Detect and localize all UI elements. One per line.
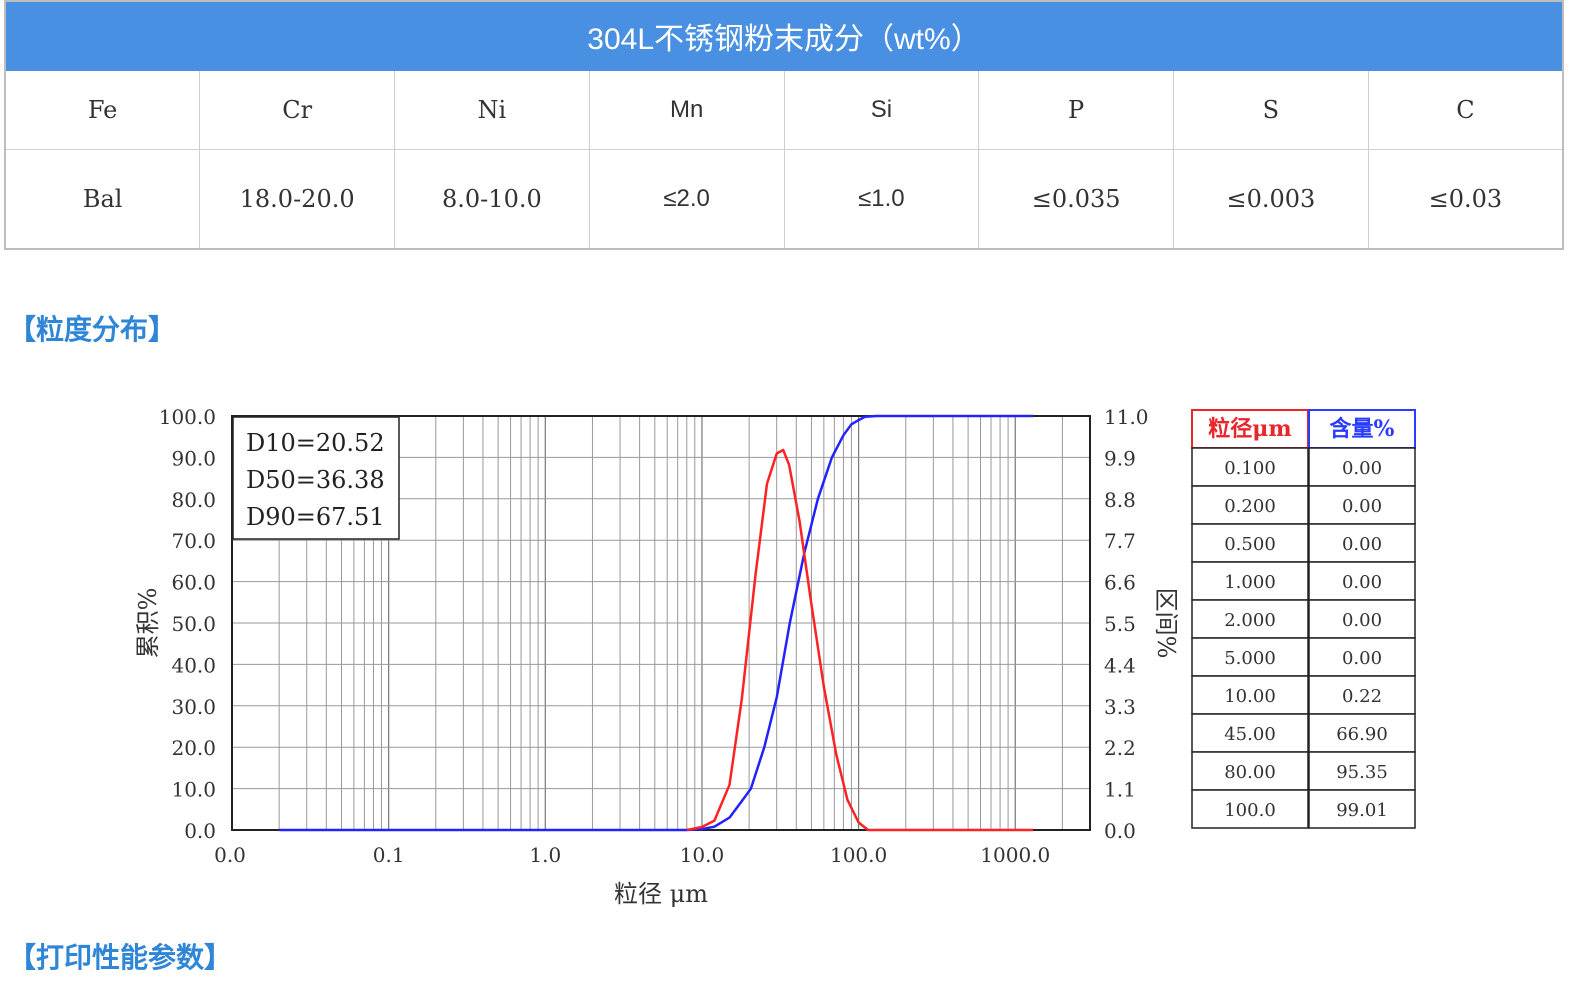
content-value: 0.00 <box>1342 458 1382 479</box>
content-value: 0.00 <box>1342 648 1382 669</box>
size-value: 80.00 <box>1224 762 1276 783</box>
size-value: 100.0 <box>1224 800 1276 821</box>
x-tick-label: 1.0 <box>529 843 561 867</box>
left-tick-label: 20.0 <box>171 736 216 760</box>
left-tick-label: 0.0 <box>184 819 216 843</box>
section-title-printing: 【打印性能参数】 <box>8 941 233 974</box>
y-left-axis-title: 累积% <box>134 588 162 659</box>
element-value: 18.0-20.0 <box>199 149 395 250</box>
x-tick-label: 100.0 <box>830 843 887 867</box>
left-tick-label: 100.0 <box>159 405 216 429</box>
x-tick-label: 0.0 <box>214 843 246 867</box>
right-tick-label: 9.9 <box>1104 446 1136 470</box>
d50-label: D50=36.38 <box>246 466 385 494</box>
composition-value-row: Bal 18.0-20.0 8.0-10.0 ≤2.0 ≤1.0 ≤0.035 … <box>4 149 1564 250</box>
right-tick-label: 0.0 <box>1104 819 1136 843</box>
element-header: Ni <box>394 70 590 150</box>
right-tick-label: 1.1 <box>1104 778 1136 802</box>
content-value: 95.35 <box>1336 762 1388 783</box>
left-tick-label: 40.0 <box>171 653 216 677</box>
right-tick-label: 3.3 <box>1104 695 1136 719</box>
element-header: Mn <box>588 70 785 150</box>
x-tick-label: 0.1 <box>373 843 405 867</box>
particle-size-chart: 0.0 10.0 20.0 30.0 40.0 50.0 60.0 70.0 80.0 90.0 1… <box>134 405 1416 908</box>
element-value: 8.0-10.0 <box>394 149 590 250</box>
content-value: 0.00 <box>1342 496 1382 517</box>
content-value: 0.00 <box>1342 610 1382 631</box>
element-header: Fe <box>4 70 201 150</box>
left-tick-label: 30.0 <box>171 695 216 719</box>
d10-label: D10=20.52 <box>246 429 385 457</box>
element-value: ≤0.03 <box>1367 149 1564 250</box>
section-title-distribution: 【粒度分布】 <box>8 313 177 346</box>
right-tick-label: 2.2 <box>1104 736 1136 760</box>
element-header: Si <box>783 70 980 150</box>
content-header-label: 含量% <box>1330 416 1395 442</box>
left-tick-label: 50.0 <box>171 612 216 636</box>
size-distribution-table: 粒径μm 含量% 0.100 0.00 0.200 0.00 0.500 0.00 1.000 0… <box>1191 409 1416 829</box>
content-value: 0.00 <box>1342 534 1382 555</box>
content-value: 66.90 <box>1336 724 1388 745</box>
right-tick-label: 5.5 <box>1104 612 1136 636</box>
size-value: 0.500 <box>1224 534 1276 555</box>
composition-table: 304L不锈钢粉末成分（wt%） Fe Cr Ni Mn Si P S C Ba… <box>4 0 1564 250</box>
element-value: ≤1.0 <box>783 149 980 250</box>
left-tick-label: 90.0 <box>171 446 216 470</box>
composition-header-row: Fe Cr Ni Mn Si P S C <box>4 70 1564 150</box>
element-value: ≤0.003 <box>1173 149 1369 250</box>
right-tick-label: 7.7 <box>1104 529 1136 553</box>
d90-label: D90=67.51 <box>246 503 385 531</box>
content-value: 0.00 <box>1342 572 1382 593</box>
size-value: 45.00 <box>1224 724 1276 745</box>
left-axis-ticks: 0.0 10.0 20.0 30.0 40.0 50.0 60.0 70.0 80.0 90.0 1… <box>159 405 216 843</box>
left-tick-label: 10.0 <box>171 778 216 802</box>
right-tick-label: 11.0 <box>1104 405 1149 429</box>
composition-title: 304L不锈钢粉末成分（wt%） <box>4 0 1564 71</box>
element-value: ≤2.0 <box>588 149 785 250</box>
size-value: 1.000 <box>1224 572 1276 593</box>
size-value: 5.000 <box>1224 648 1276 669</box>
element-value: Bal <box>4 149 201 250</box>
size-value: 10.00 <box>1224 686 1276 707</box>
x-axis-title: 粒径 μm <box>614 880 708 908</box>
left-tick-label: 80.0 <box>171 488 216 512</box>
right-tick-label: 4.4 <box>1104 653 1136 677</box>
element-header: Cr <box>199 70 395 150</box>
size-value: 2.000 <box>1224 610 1276 631</box>
element-header: P <box>978 70 1174 150</box>
interval-distribution-line <box>686 448 1034 832</box>
content-value: 0.22 <box>1342 686 1382 707</box>
y-right-axis-title: 区间% <box>1152 588 1180 659</box>
element-header: C <box>1367 70 1564 150</box>
size-value: 0.200 <box>1224 496 1276 517</box>
left-tick-label: 60.0 <box>171 571 216 595</box>
x-tick-label: 1000.0 <box>980 843 1050 867</box>
right-tick-label: 6.6 <box>1104 571 1136 595</box>
element-header: S <box>1173 70 1369 150</box>
size-value: 0.100 <box>1224 458 1276 479</box>
x-axis-ticks: 0.0 0.1 1.0 10.0 100.0 1000.0 <box>214 843 1050 867</box>
element-value: ≤0.035 <box>978 149 1174 250</box>
right-axis-ticks: 0.0 1.1 2.2 3.3 4.4 5.5 6.6 7.7 8.8 9.9 11.0 <box>1104 405 1149 843</box>
size-header-label: 粒径μm <box>1208 416 1291 442</box>
content-value: 99.01 <box>1336 800 1388 821</box>
right-tick-label: 8.8 <box>1104 488 1136 512</box>
left-tick-label: 70.0 <box>171 529 216 553</box>
x-tick-label: 10.0 <box>680 843 725 867</box>
